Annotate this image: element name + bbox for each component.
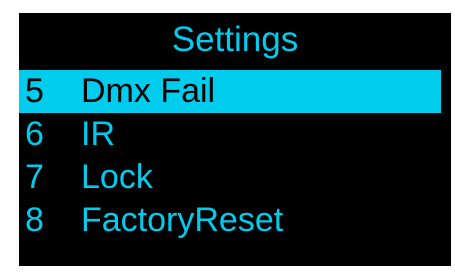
oled-display: Settings 5 Dmx Fail 6 IR 7 Lock 8 Factor…	[19, 13, 451, 266]
menu-item-lock[interactable]: 7 Lock	[19, 156, 441, 199]
menu-item-label: IR	[81, 115, 115, 153]
screen-title: Settings	[171, 20, 299, 59]
menu-item-ir[interactable]: 6 IR	[19, 113, 441, 156]
menu-item-number: 8	[25, 201, 44, 239]
menu-item-number: 7	[25, 158, 44, 196]
menu-item-factory-reset[interactable]: 8 FactoryReset	[19, 199, 441, 242]
settings-menu: 5 Dmx Fail 6 IR 7 Lock 8 FactoryReset	[19, 70, 451, 242]
menu-item-label: Dmx Fail	[81, 72, 216, 110]
menu-item-number: 5	[25, 72, 44, 110]
menu-item-number: 6	[25, 115, 44, 153]
menu-item-label: FactoryReset	[81, 201, 284, 239]
menu-item-label: Lock	[81, 158, 153, 196]
menu-item-dmx-fail[interactable]: 5 Dmx Fail	[19, 70, 441, 113]
